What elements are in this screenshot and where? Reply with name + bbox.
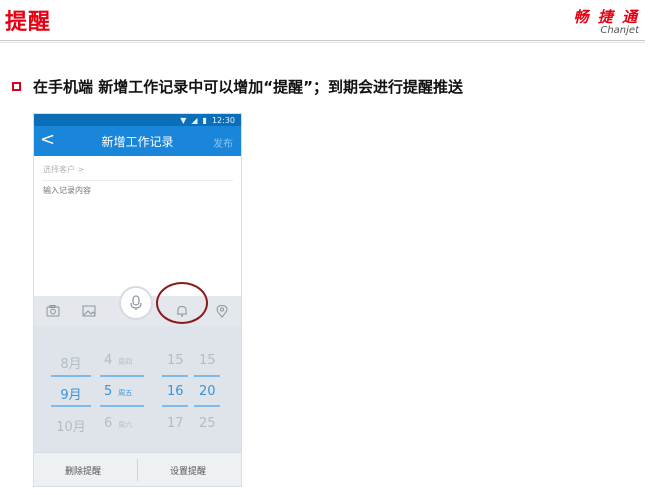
selection-line [100, 405, 144, 407]
status-time: 12:30 [211, 115, 235, 125]
set-reminder-button[interactable]: 设置提醒 [170, 464, 206, 477]
selection-line [162, 375, 188, 377]
selection-line [162, 405, 188, 407]
battery-icon: ▮ [202, 115, 207, 125]
date-time-picker[interactable]: 8月 4 周四 15 15 9月 5 周五 16 20 10月 6 周六 17 25 [34, 326, 241, 452]
brand-cn: 畅 捷 通 [573, 8, 639, 26]
picker-hour[interactable]: 15 [167, 353, 184, 368]
voice-input-button[interactable] [121, 288, 151, 318]
picker-minute[interactable]: 15 [199, 353, 216, 368]
microphone-icon [130, 295, 142, 310]
page-title: 新增工作记录 [101, 134, 174, 149]
phone-screenshot: ▼ ◢ ▮ 12:30 < 新增工作记录 发布 选择客户 > 输入记录内容 8月… [33, 113, 242, 487]
picker-hour-selected[interactable]: 16 [167, 384, 184, 399]
selection-line [100, 375, 144, 377]
selection-line [194, 405, 220, 407]
bullet-text: 在手机端 新增工作记录中可以增加“提醒”；到期会进行提醒推送 [33, 78, 463, 96]
signal-icon: ◢ [191, 115, 198, 125]
header-divider-shadow [0, 42, 645, 43]
picker-month[interactable]: 10月 [56, 416, 86, 435]
divider [137, 459, 138, 481]
picker-minute[interactable]: 25 [199, 416, 216, 431]
input-toolbar [34, 282, 241, 326]
publish-button[interactable]: 发布 [213, 135, 233, 150]
bullet-point: 在手机端 新增工作记录中可以增加“提醒”；到期会进行提醒推送 [12, 76, 463, 97]
back-icon[interactable]: < [40, 129, 55, 150]
image-icon[interactable] [82, 304, 96, 318]
slide-title: 提醒 [5, 10, 52, 35]
bottom-action-bar: 删除提醒 设置提醒 [34, 452, 241, 486]
camera-icon[interactable] [46, 304, 60, 318]
selection-line [194, 375, 220, 377]
picker-day[interactable]: 4 周四 [104, 353, 132, 368]
divider [42, 180, 233, 181]
nav-bar: < 新增工作记录 发布 [34, 126, 241, 156]
brand-logo: 畅 捷 通 Chanjet [574, 6, 639, 36]
status-bar: ▼ ◢ ▮ 12:30 [34, 114, 241, 126]
picker-day-selected[interactable]: 5 周五 [104, 384, 132, 399]
picker-day[interactable]: 6 周六 [104, 416, 132, 431]
bell-icon[interactable] [175, 304, 189, 318]
select-customer-link[interactable]: 选择客户 > [43, 164, 84, 175]
picker-minute-selected[interactable]: 20 [199, 384, 216, 399]
picker-hour[interactable]: 17 [167, 416, 184, 431]
bullet-square-icon [12, 82, 21, 91]
header-divider [0, 40, 645, 41]
selection-line [51, 375, 91, 377]
selection-line [51, 405, 91, 407]
delete-reminder-button[interactable]: 删除提醒 [65, 464, 101, 477]
picker-month[interactable]: 8月 [59, 353, 83, 372]
wifi-icon: ▼ [180, 115, 187, 125]
record-content-input[interactable] [43, 186, 223, 195]
record-editor: 选择客户 > [34, 156, 241, 296]
picker-month-selected[interactable]: 9月 [59, 384, 83, 403]
location-icon[interactable] [215, 304, 229, 318]
